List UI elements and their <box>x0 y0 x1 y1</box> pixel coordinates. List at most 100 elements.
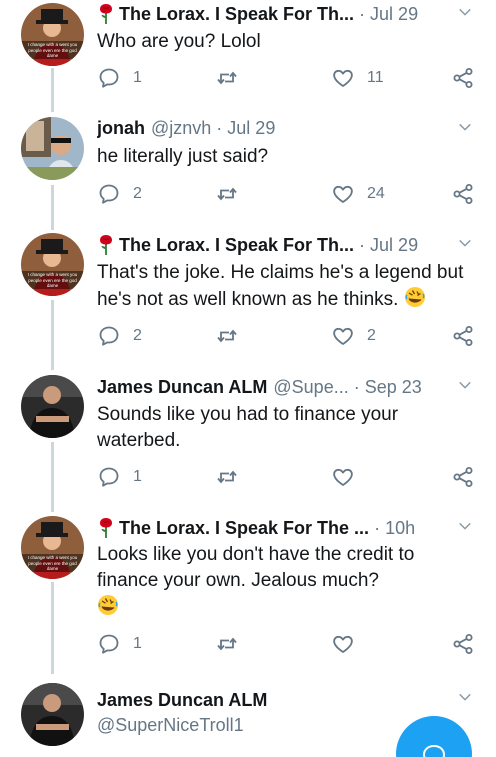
author-name[interactable]: The Lorax. I Speak For Th... <box>119 232 354 258</box>
compose-icon <box>422 744 446 757</box>
tweet[interactable]: I change with a went you people even ere… <box>0 231 496 371</box>
tweet-actions: 1 <box>97 463 476 491</box>
author-name[interactable]: jonah <box>97 115 145 141</box>
tweet-actions: 2 24 <box>97 180 476 208</box>
share-icon <box>451 324 475 348</box>
separator-dot: · <box>374 518 381 538</box>
reply-icon <box>97 632 121 656</box>
chevron-down-icon[interactable] <box>456 688 474 706</box>
reply-button[interactable]: 2 <box>97 180 142 208</box>
avatar[interactable] <box>21 375 84 438</box>
share-button[interactable] <box>451 463 475 491</box>
tweet-date[interactable]: Jul 29 <box>370 232 418 258</box>
rofl-emoji-icon <box>404 286 426 308</box>
author-name[interactable]: The Lorax. I Speak For The ... <box>119 515 369 541</box>
share-icon <box>451 632 475 656</box>
tweet-text: Sounds like you had to finance your wate… <box>97 404 399 451</box>
chevron-down-icon[interactable] <box>456 3 474 21</box>
reply-count: 2 <box>133 327 142 344</box>
tweet-text: Looks like you don't have the credit to … <box>97 544 415 591</box>
retweet-button[interactable] <box>215 180 239 208</box>
rofl-emoji-icon <box>97 594 119 616</box>
like-button[interactable]: 2 <box>331 322 376 350</box>
avatar[interactable]: I change with a went you people even ere… <box>21 3 84 66</box>
retweet-button[interactable] <box>215 463 239 491</box>
retweet-button[interactable] <box>215 322 239 350</box>
separator-dot: · <box>353 377 360 397</box>
like-icon <box>331 66 355 90</box>
rose-emoji-icon <box>97 517 115 539</box>
retweet-icon <box>215 465 239 489</box>
reply-icon <box>97 465 121 489</box>
author-handle[interactable]: @jznvh <box>151 115 211 141</box>
tweet-actions: 2 2 <box>97 322 476 350</box>
like-icon <box>331 182 355 206</box>
share-button[interactable] <box>451 180 475 208</box>
tweet[interactable]: James Duncan ALM @Supe... · Sep 23 Sound… <box>0 373 496 511</box>
retweet-button[interactable] <box>215 64 239 92</box>
reply-icon <box>97 66 121 90</box>
separator-dot: · <box>359 235 366 255</box>
reply-button[interactable]: 2 <box>97 322 142 350</box>
like-icon <box>331 465 355 489</box>
avatar[interactable]: I change with a went you people even ere… <box>21 516 84 579</box>
rose-emoji-icon <box>97 234 115 256</box>
like-button[interactable] <box>331 630 355 658</box>
retweet-icon <box>215 324 239 348</box>
author-name[interactable]: James Duncan ALM <box>97 687 267 713</box>
share-button[interactable] <box>451 64 475 92</box>
tweet[interactable]: jonah @jznvh · Jul 29 he literally just … <box>0 114 496 226</box>
tweet-text-container: That's the joke. He claims he's a legend… <box>97 260 466 313</box>
like-button[interactable]: 11 <box>331 64 384 92</box>
like-count: 11 <box>367 69 384 86</box>
rose-emoji-icon <box>97 3 115 25</box>
tweet-date[interactable]: Sep 23 <box>365 374 422 400</box>
retweet-button[interactable] <box>215 630 239 658</box>
like-count: 24 <box>367 185 385 202</box>
avatar-caption: I change with a went you people even ere… <box>27 272 78 288</box>
chevron-down-icon[interactable] <box>456 118 474 136</box>
avatar[interactable] <box>21 683 84 746</box>
reply-count: 1 <box>133 468 142 485</box>
chevron-down-icon[interactable] <box>456 376 474 394</box>
tweet[interactable]: I change with a went you people even ere… <box>0 514 496 674</box>
tweet[interactable]: I change with a went you people even ere… <box>0 0 496 110</box>
author-name[interactable]: James Duncan ALM <box>97 374 267 400</box>
reply-icon <box>97 324 121 348</box>
reply-button[interactable]: 1 <box>97 463 142 491</box>
tweet-date[interactable]: 10h <box>385 515 415 541</box>
share-button[interactable] <box>451 322 475 350</box>
reply-count: 1 <box>133 69 142 86</box>
avatar-caption: I change with a went you people even ere… <box>27 42 78 58</box>
tweet-text: Who are you? Lolol <box>97 31 261 52</box>
reply-button[interactable]: 1 <box>97 630 142 658</box>
separator-dot: · <box>359 4 366 24</box>
tweet-date[interactable]: Jul 29 <box>227 115 275 141</box>
tweet-actions: 1 <box>97 630 476 658</box>
share-icon <box>451 182 475 206</box>
reply-count: 1 <box>133 635 142 652</box>
tweet-date[interactable]: Jul 29 <box>370 1 418 27</box>
tweet-actions: 1 11 <box>97 64 476 92</box>
avatar[interactable]: I change with a went you people even ere… <box>21 233 84 296</box>
like-button[interactable] <box>331 463 355 491</box>
like-button[interactable]: 24 <box>331 180 385 208</box>
retweet-icon <box>215 66 239 90</box>
author-name[interactable]: The Lorax. I Speak For Th... <box>119 1 354 27</box>
like-icon <box>331 324 355 348</box>
tweet-text-container: Looks like you don't have the credit to … <box>97 542 466 621</box>
chevron-down-icon[interactable] <box>456 517 474 535</box>
avatar[interactable] <box>21 117 84 180</box>
chevron-down-icon[interactable] <box>456 234 474 252</box>
share-icon <box>451 66 475 90</box>
author-handle[interactable]: @Supe... <box>273 374 348 400</box>
share-button[interactable] <box>451 630 475 658</box>
reply-count: 2 <box>133 185 142 202</box>
separator-dot: · <box>216 118 223 138</box>
retweet-icon <box>215 632 239 656</box>
like-count: 2 <box>367 327 376 344</box>
reply-icon <box>97 182 121 206</box>
avatar-caption: I change with a went you people even ere… <box>27 555 78 571</box>
retweet-icon <box>215 182 239 206</box>
reply-button[interactable]: 1 <box>97 64 142 92</box>
